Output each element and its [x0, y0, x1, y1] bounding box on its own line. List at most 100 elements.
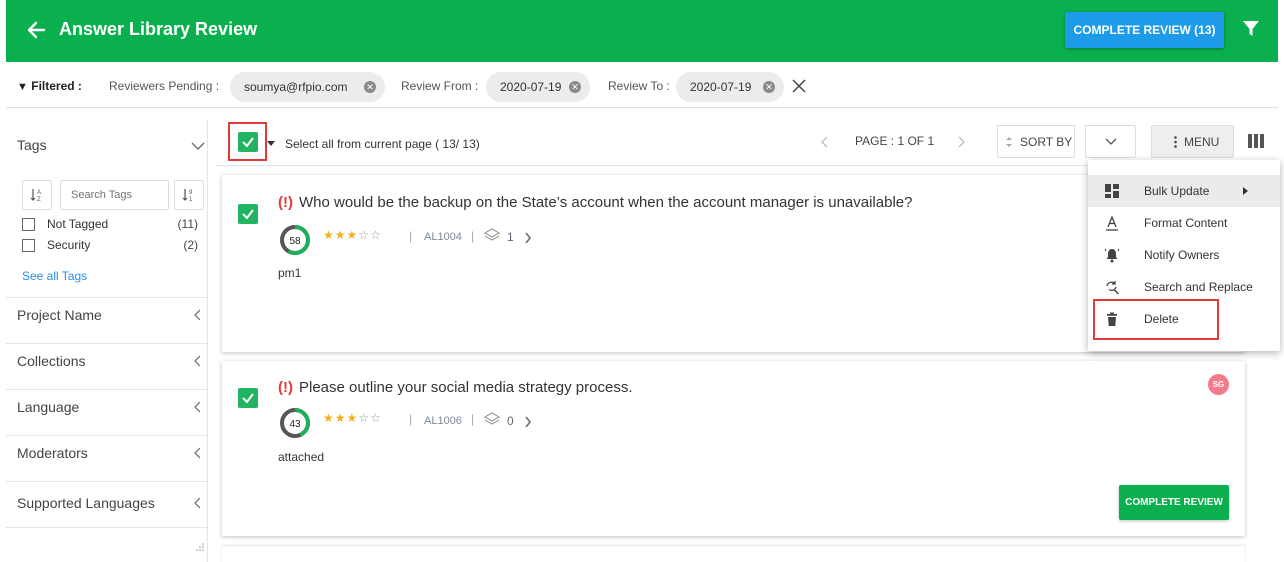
- answer-snippet: pm1: [278, 266, 302, 280]
- next-page-icon[interactable]: [956, 135, 966, 149]
- alert-icon: (!): [278, 194, 293, 211]
- chevron-down-icon[interactable]: [190, 140, 206, 152]
- sidebar-section-project-name[interactable]: Project Name: [6, 298, 208, 344]
- question-text[interactable]: (!) Who would be the backup on the State’…: [278, 194, 912, 211]
- score-ring: 58: [280, 225, 310, 255]
- page-title: Answer Library Review: [59, 19, 258, 39]
- remove-chip-icon[interactable]: ✕: [569, 81, 581, 93]
- answer-card[interactable]: (!) Please outline your social media stra…: [222, 361, 1245, 536]
- menu-item-format-content[interactable]: Format Content: [1088, 207, 1280, 239]
- star-empty-icon: ☆: [370, 411, 382, 425]
- text-format-icon: [1106, 215, 1118, 231]
- dashboard-icon: [1105, 184, 1119, 198]
- sidebar-section-collections[interactable]: Collections: [6, 344, 208, 390]
- alert-icon: (!): [278, 379, 293, 396]
- chevron-left-icon: [194, 355, 201, 367]
- star-filled-icon: ★: [323, 228, 335, 242]
- sort-count-icon: 9 1: [182, 189, 193, 203]
- resize-grip-icon[interactable]: [195, 542, 205, 552]
- filter-bar: ▼ Filtered : Reviewers Pending : soumya@…: [6, 62, 1278, 108]
- sort-dropdown-button[interactable]: [1085, 125, 1136, 158]
- star-filled-icon: ★: [346, 411, 359, 425]
- layers-icon: [484, 228, 500, 241]
- sort-count-button[interactable]: 9 1: [174, 180, 204, 210]
- chevron-right-icon[interactable]: [524, 232, 532, 244]
- svg-text:A: A: [37, 190, 41, 196]
- card-checkbox[interactable]: [238, 204, 258, 224]
- tag-checkbox[interactable]: [22, 218, 35, 231]
- star-empty-icon: ☆: [358, 411, 371, 425]
- star-empty-icon: ☆: [358, 228, 371, 242]
- reviewer-chip[interactable]: soumya@rfpio.com ✕: [230, 72, 385, 102]
- svg-text:9: 9: [189, 190, 193, 196]
- select-all-text: Select all from current page ( 13/ 13): [285, 137, 480, 151]
- svg-text:1: 1: [189, 197, 193, 203]
- sidebar-section-supported-languages[interactable]: Supported Languages: [6, 482, 208, 528]
- layers-icon: [484, 412, 500, 425]
- complete-review-all-button[interactable]: COMPLETE REVIEW (13): [1065, 12, 1224, 48]
- menu-item-bulk-update[interactable]: Bulk Update: [1088, 175, 1280, 207]
- app-header: Answer Library Review COMPLETE REVIEW (1…: [6, 0, 1278, 62]
- remove-chip-icon[interactable]: ✕: [364, 81, 376, 93]
- search-tags-input[interactable]: [60, 180, 169, 210]
- star-filled-icon: ★: [334, 411, 347, 425]
- prev-page-icon[interactable]: [820, 135, 830, 149]
- star-filled-icon: ★: [334, 228, 347, 242]
- vertical-dots-icon: [1174, 136, 1177, 148]
- svg-text:Z: Z: [37, 197, 41, 203]
- reviewers-pending-label: Reviewers Pending :: [109, 79, 220, 93]
- tag-checkbox[interactable]: [22, 239, 35, 252]
- sidebar-section-language[interactable]: Language: [6, 390, 208, 436]
- clear-filters-icon[interactable]: [792, 79, 806, 93]
- sidebar: Tags A Z 9 1 Not Tagged (11) Secu: [6, 120, 208, 562]
- chevron-left-icon: [194, 497, 201, 509]
- answer-id: AL1006: [424, 415, 462, 427]
- check-icon: [242, 209, 254, 220]
- card-checkbox[interactable]: [238, 388, 258, 408]
- review-from-chip[interactable]: 2020-07-19 ✕: [486, 72, 590, 102]
- complete-review-button[interactable]: COMPLETE REVIEW: [1119, 485, 1229, 520]
- chevron-down-icon: [1105, 138, 1117, 145]
- chevron-right-icon[interactable]: [524, 416, 532, 428]
- review-to-label: Review To :: [608, 79, 670, 93]
- svg-text:58: 58: [289, 236, 301, 247]
- tags-title: Tags: [17, 137, 47, 153]
- rating-stars: ★★★☆☆: [323, 411, 382, 425]
- sort-by-button[interactable]: SORT BY: [997, 125, 1075, 158]
- back-arrow-icon[interactable]: [24, 17, 50, 43]
- menu-item-notify-owners[interactable]: Notify Owners: [1088, 239, 1280, 271]
- delete-highlight: [1093, 299, 1219, 340]
- avatar[interactable]: SG: [1208, 374, 1229, 395]
- separator: |: [409, 229, 413, 243]
- select-caret-icon[interactable]: [267, 141, 275, 146]
- filtered-label: ▼ Filtered :: [17, 79, 82, 93]
- tags-section: Tags A Z 9 1 Not Tagged (11) Secu: [6, 120, 208, 298]
- score-ring: 43: [280, 408, 310, 438]
- answer-card[interactable]: [222, 546, 1245, 562]
- bell-icon: [1104, 248, 1120, 263]
- review-to-chip[interactable]: 2020-07-19 ✕: [676, 72, 784, 102]
- svg-text:43: 43: [289, 419, 301, 430]
- submenu-caret-icon: [1243, 187, 1248, 195]
- sidebar-section-moderators[interactable]: Moderators: [6, 436, 208, 482]
- select-all-checkbox[interactable]: [238, 132, 258, 152]
- separator: |: [471, 412, 475, 426]
- filter-icon[interactable]: [1241, 19, 1261, 39]
- columns-icon[interactable]: [1248, 134, 1264, 148]
- menu-button[interactable]: MENU: [1151, 125, 1234, 158]
- separator: |: [409, 412, 413, 426]
- review-from-label: Review From :: [401, 79, 479, 93]
- separator: |: [471, 229, 475, 243]
- see-all-tags-link[interactable]: See all Tags: [22, 269, 87, 283]
- star-filled-icon: ★: [323, 411, 335, 425]
- check-icon: [242, 137, 254, 148]
- page-indicator: PAGE : 1 OF 1: [855, 134, 935, 148]
- sort-az-button[interactable]: A Z: [22, 180, 52, 210]
- chevron-left-icon: [194, 401, 201, 413]
- funnel-icon: ▼: [17, 81, 28, 93]
- star-empty-icon: ☆: [370, 228, 382, 242]
- layers-count: 1: [507, 230, 514, 244]
- remove-chip-icon[interactable]: ✕: [763, 81, 775, 93]
- sort-arrows-icon: [1006, 137, 1012, 147]
- question-text[interactable]: (!) Please outline your social media stra…: [278, 379, 633, 396]
